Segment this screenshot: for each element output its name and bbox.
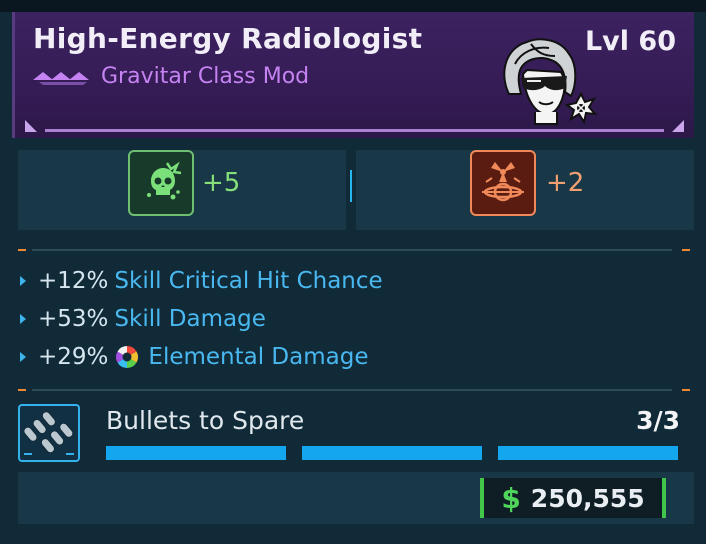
stat-label: Elemental Damage (148, 344, 369, 370)
anointment-segment (106, 446, 286, 460)
skill-boost-2[interactable]: +2 (356, 150, 694, 230)
anointment[interactable]: Bullets to Spare 3/3 (18, 404, 694, 466)
stat-label: Skill Critical Hit Chance (114, 268, 383, 294)
dollar-icon: $ (501, 481, 521, 515)
stat-value: +29% (38, 344, 109, 370)
rarity-chevron-icon (33, 71, 89, 85)
header-corner-left (25, 120, 37, 132)
bullet-arrow-icon (20, 352, 26, 362)
item-footer: $ 250,555 (18, 472, 694, 524)
skill-boost-1-value: +5 (202, 168, 241, 198)
stat-value: +12% (38, 268, 109, 294)
skill-boosts: +5 +2 (18, 150, 694, 230)
item-header: High-Energy Radiologist Gravitar Class M… (12, 12, 694, 138)
skill-boost-1[interactable]: +5 (18, 150, 346, 230)
stat-row: +12% Skill Critical Hit Chance (18, 262, 383, 300)
bullet-arrow-icon (20, 314, 26, 324)
anointment-segment (302, 446, 482, 460)
stats-separator-bottom (32, 389, 672, 391)
stat-label: Skill Damage (114, 306, 266, 332)
stat-list: +12% Skill Critical Hit Chance +53% Skil… (18, 262, 383, 376)
green-skull-skill-icon (128, 150, 194, 216)
item-card: High-Energy Radiologist Gravitar Class M… (0, 0, 706, 544)
separator-tick-left (18, 389, 26, 391)
header-underline (45, 129, 664, 132)
elemental-icon (116, 346, 139, 368)
skill-boost-2-value: +2 (546, 168, 585, 198)
stats-separator-top (32, 249, 672, 251)
anointment-count: 3/3 (636, 406, 680, 435)
stat-row: +53% Skill Damage (18, 300, 383, 338)
separator-tick-right (682, 389, 690, 391)
anointment-segment (498, 446, 678, 460)
separator-tick-right (682, 249, 690, 251)
bullets-icon (18, 404, 80, 462)
radiation-skill-icon (470, 150, 536, 216)
separator-tick-left (18, 249, 26, 251)
stat-row: +29% Elemental Damage (18, 338, 383, 376)
top-strip (0, 0, 706, 12)
bullet-arrow-icon (20, 276, 26, 286)
item-price: $ 250,555 (480, 478, 666, 518)
character-portrait-icon (503, 38, 598, 125)
item-type: Gravitar Class Mod (101, 64, 310, 89)
stat-value: +53% (38, 306, 109, 332)
header-corner-right (672, 120, 684, 132)
item-name: High-Energy Radiologist (33, 22, 423, 55)
price-amount: 250,555 (530, 483, 645, 513)
anointment-name: Bullets to Spare (106, 406, 305, 435)
skill-divider (350, 170, 352, 202)
item-type-row: Gravitar Class Mod (33, 64, 309, 89)
